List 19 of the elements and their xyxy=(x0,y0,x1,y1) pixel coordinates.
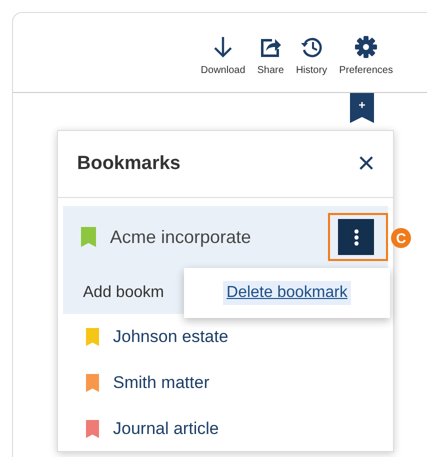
settings-icon xyxy=(354,35,378,59)
toolbar-button[interactable]: History xyxy=(292,35,332,92)
download-icon xyxy=(213,35,234,59)
close-button[interactable]: × xyxy=(357,149,375,179)
panel-title: Bookmarks xyxy=(77,153,180,175)
bookmark-link[interactable]: Smith matter xyxy=(113,373,210,393)
toolbar-button[interactable]: Share xyxy=(253,35,288,92)
add-bookmark-label: Add bookm xyxy=(83,284,164,302)
add-bookmark-tab[interactable]: + xyxy=(350,93,374,123)
toolbar-button[interactable]: Preferences xyxy=(335,35,397,92)
toolbar-button[interactable]: Download xyxy=(196,35,250,92)
history-icon xyxy=(300,35,324,59)
callout-badge: C xyxy=(391,228,411,248)
more-options-button[interactable] xyxy=(338,219,374,255)
bookmark-name: Acme incorporate xyxy=(110,226,252,248)
bookmark-link[interactable]: Journal article xyxy=(113,419,219,439)
bookmark-link[interactable]: Johnson estate xyxy=(113,327,228,347)
delete-bookmark-link[interactable]: Delete bookmark xyxy=(222,281,352,305)
more-icon xyxy=(354,228,358,246)
